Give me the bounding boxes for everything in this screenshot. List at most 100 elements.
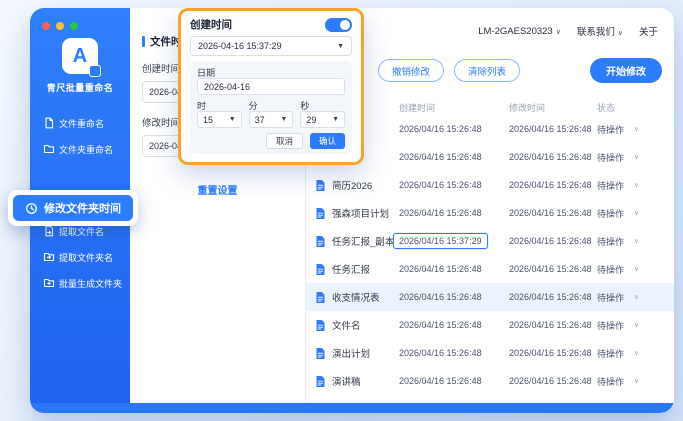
status-cell[interactable]: 待操作∨ [597, 263, 662, 276]
date-label: 日期 [197, 66, 345, 76]
extract-file-icon [43, 225, 55, 237]
chevron-down-icon: ∨ [634, 377, 639, 385]
status-cell[interactable]: 待操作∨ [597, 375, 662, 388]
about-menu[interactable]: 关于 [639, 24, 658, 38]
file-icon [43, 117, 55, 129]
title-accent-bar [142, 36, 145, 47]
file-name-cell: 任务汇报 [314, 262, 399, 276]
table-row[interactable]: 任务汇报 2026/04/16 15:26:48 2026/04/16 15:2… [306, 255, 674, 283]
created-time-cell: 2026/04/16 15:37:29 [399, 233, 509, 249]
minute-label: 分 [249, 99, 294, 109]
confirm-button[interactable]: 确认 [310, 133, 345, 149]
file-icon [314, 375, 327, 388]
modified-column-header: 修改时间 [509, 101, 597, 114]
status-cell[interactable]: 待操作∨ [597, 347, 662, 360]
modified-time-cell: 2026/04/16 15:26:48 [509, 376, 597, 386]
modified-time-cell: 2026/04/16 15:26:48 [509, 208, 597, 218]
table-row-selected[interactable]: 收支情况表 2026/04/16 15:26:48 2026/04/16 15:… [306, 283, 674, 311]
date-input[interactable]: 2026-04-16 [197, 78, 345, 95]
extract-folder-icon [43, 251, 55, 263]
table-row[interactable]: 文件名 2026/04/16 15:26:48 2026/04/16 15:26… [306, 311, 674, 339]
file-name-cell: 简历2026 [314, 178, 399, 192]
hour-select[interactable]: 15▼ [197, 111, 242, 128]
status-cell[interactable]: 待操作∨ [597, 319, 662, 332]
file-icon [314, 179, 327, 192]
status-column-header: 状态 [597, 101, 662, 114]
created-time-cell: 2026/04/16 15:26:48 [399, 124, 509, 134]
sidebar-item-extract-folder-name[interactable]: 提取文件夹名 [36, 244, 124, 270]
created-time-cell: 2026/04/16 15:26:48 [399, 348, 509, 358]
modified-time-cell: 2026/04/16 15:26:48 [509, 264, 597, 274]
chevron-down-icon: ∨ [634, 265, 639, 273]
maximize-window-icon[interactable] [70, 22, 78, 30]
sidebar-item-label: 提取文件夹名 [59, 251, 113, 264]
file-name-cell: 收支情况表 [314, 290, 399, 304]
window-controls [42, 22, 78, 30]
status-cell[interactable]: 待操作∨ [597, 179, 662, 192]
time-edit-popover: 创建时间 2026-04-16 15:37:29 ▼ 日期 2026-04-16… [178, 8, 364, 165]
modified-time-cell: 2026/04/16 15:26:48 [509, 348, 597, 358]
table-row[interactable]: 简历2026 2026/04/16 15:26:48 2026/04/16 15… [306, 171, 674, 199]
modified-time-cell: 2026/04/16 15:26:48 [509, 320, 597, 330]
clock-icon [25, 202, 38, 215]
created-column-header: 创建时间 [399, 101, 509, 114]
logo-badge-icon [89, 65, 101, 77]
created-time-toggle[interactable] [325, 18, 352, 32]
window-footer-bar [30, 403, 674, 413]
hour-label: 时 [197, 99, 242, 109]
minimize-window-icon[interactable] [56, 22, 64, 30]
file-name-cell: 文件名 [314, 318, 399, 332]
clear-list-button[interactable]: 清除列表 [454, 59, 520, 82]
caret-down-icon: ▼ [280, 116, 287, 123]
table-row[interactable]: 演讲稿 2026/04/16 15:26:48 2026/04/16 15:26… [306, 367, 674, 395]
file-icon [314, 319, 327, 332]
sidebar-item-folder-rename[interactable]: 文件夹重命名 [36, 136, 124, 162]
datetime-editor: 日期 2026-04-16 时 15▼ 分 37▼ 秒 29▼ 取消 确认 [190, 61, 352, 154]
popup-title: 创建时间 [190, 17, 232, 32]
created-time-cell: 2026/04/16 15:26:48 [399, 208, 509, 218]
modify-folder-time-button[interactable]: 修改文件夹时间 [13, 195, 133, 221]
reset-settings-link[interactable]: 重置设置 [130, 182, 305, 197]
chevron-down-icon: ∨ [634, 293, 639, 301]
contact-us-menu[interactable]: 联系我们∨ [577, 24, 623, 38]
device-id-dropdown[interactable]: LM-2GAES20323∨ [478, 26, 561, 37]
sidebar-item-label: 提取文件名 [59, 225, 104, 238]
time-fields: 时 15▼ 分 37▼ 秒 29▼ [197, 99, 345, 128]
sidebar-item-batch-create-folders[interactable]: 批量生成文件夹 [36, 270, 124, 296]
status-cell[interactable]: 待操作∨ [597, 151, 662, 164]
sidebar-item-label: 文件重命名 [59, 117, 104, 130]
status-cell[interactable]: 待操作∨ [597, 235, 662, 248]
close-window-icon[interactable] [42, 22, 50, 30]
chevron-down-icon: ∨ [634, 181, 639, 189]
undo-changes-button[interactable]: 撤销修改 [378, 59, 444, 82]
file-icon [314, 347, 327, 360]
datetime-select[interactable]: 2026-04-16 15:37:29 ▼ [190, 36, 352, 56]
file-name-cell: 演讲稿 [314, 374, 399, 388]
sidebar-item-label: 文件夹重命名 [59, 143, 113, 156]
second-select[interactable]: 29▼ [300, 111, 345, 128]
chevron-down-icon: ∨ [618, 30, 623, 37]
chevron-down-icon: ∨ [634, 349, 639, 357]
table-row[interactable]: 强森项目计划 2026/04/16 15:26:48 2026/04/16 15… [306, 199, 674, 227]
file-name-cell: 强森项目计划 [314, 206, 399, 220]
status-cell[interactable]: 待操作∨ [597, 123, 662, 136]
minute-select[interactable]: 37▼ [249, 111, 294, 128]
created-time-cell: 2026/04/16 15:26:48 [399, 320, 509, 330]
status-cell[interactable]: 待操作∨ [597, 291, 662, 304]
start-modify-button[interactable]: 开始修改 [590, 58, 662, 83]
highlighted-time-value: 2026/04/16 15:37:29 [393, 233, 488, 249]
chevron-down-icon: ∨ [634, 321, 639, 329]
modified-time-cell: 2026/04/16 15:26:48 [509, 152, 597, 162]
cancel-button[interactable]: 取消 [266, 133, 303, 149]
file-name-cell: 任务汇报_副本 [314, 234, 399, 248]
sidebar-item-file-rename[interactable]: 文件重命名 [36, 110, 124, 136]
caret-down-icon: ▼ [229, 116, 236, 123]
table-row[interactable]: 演出计划 2026/04/16 15:26:48 2026/04/16 15:2… [306, 339, 674, 367]
created-time-cell: 2026/04/16 15:26:48 [399, 264, 509, 274]
created-time-cell: 2026/04/16 15:26:48 [399, 292, 509, 302]
chevron-down-icon: ∨ [634, 237, 639, 245]
created-time-cell: 2026/04/16 15:26:48 [399, 376, 509, 386]
status-cell[interactable]: 待操作∨ [597, 207, 662, 220]
table-row[interactable]: 任务汇报_副本 2026/04/16 15:37:29 2026/04/16 1… [306, 227, 674, 255]
feature-callout: 修改文件夹时间 [8, 190, 138, 226]
